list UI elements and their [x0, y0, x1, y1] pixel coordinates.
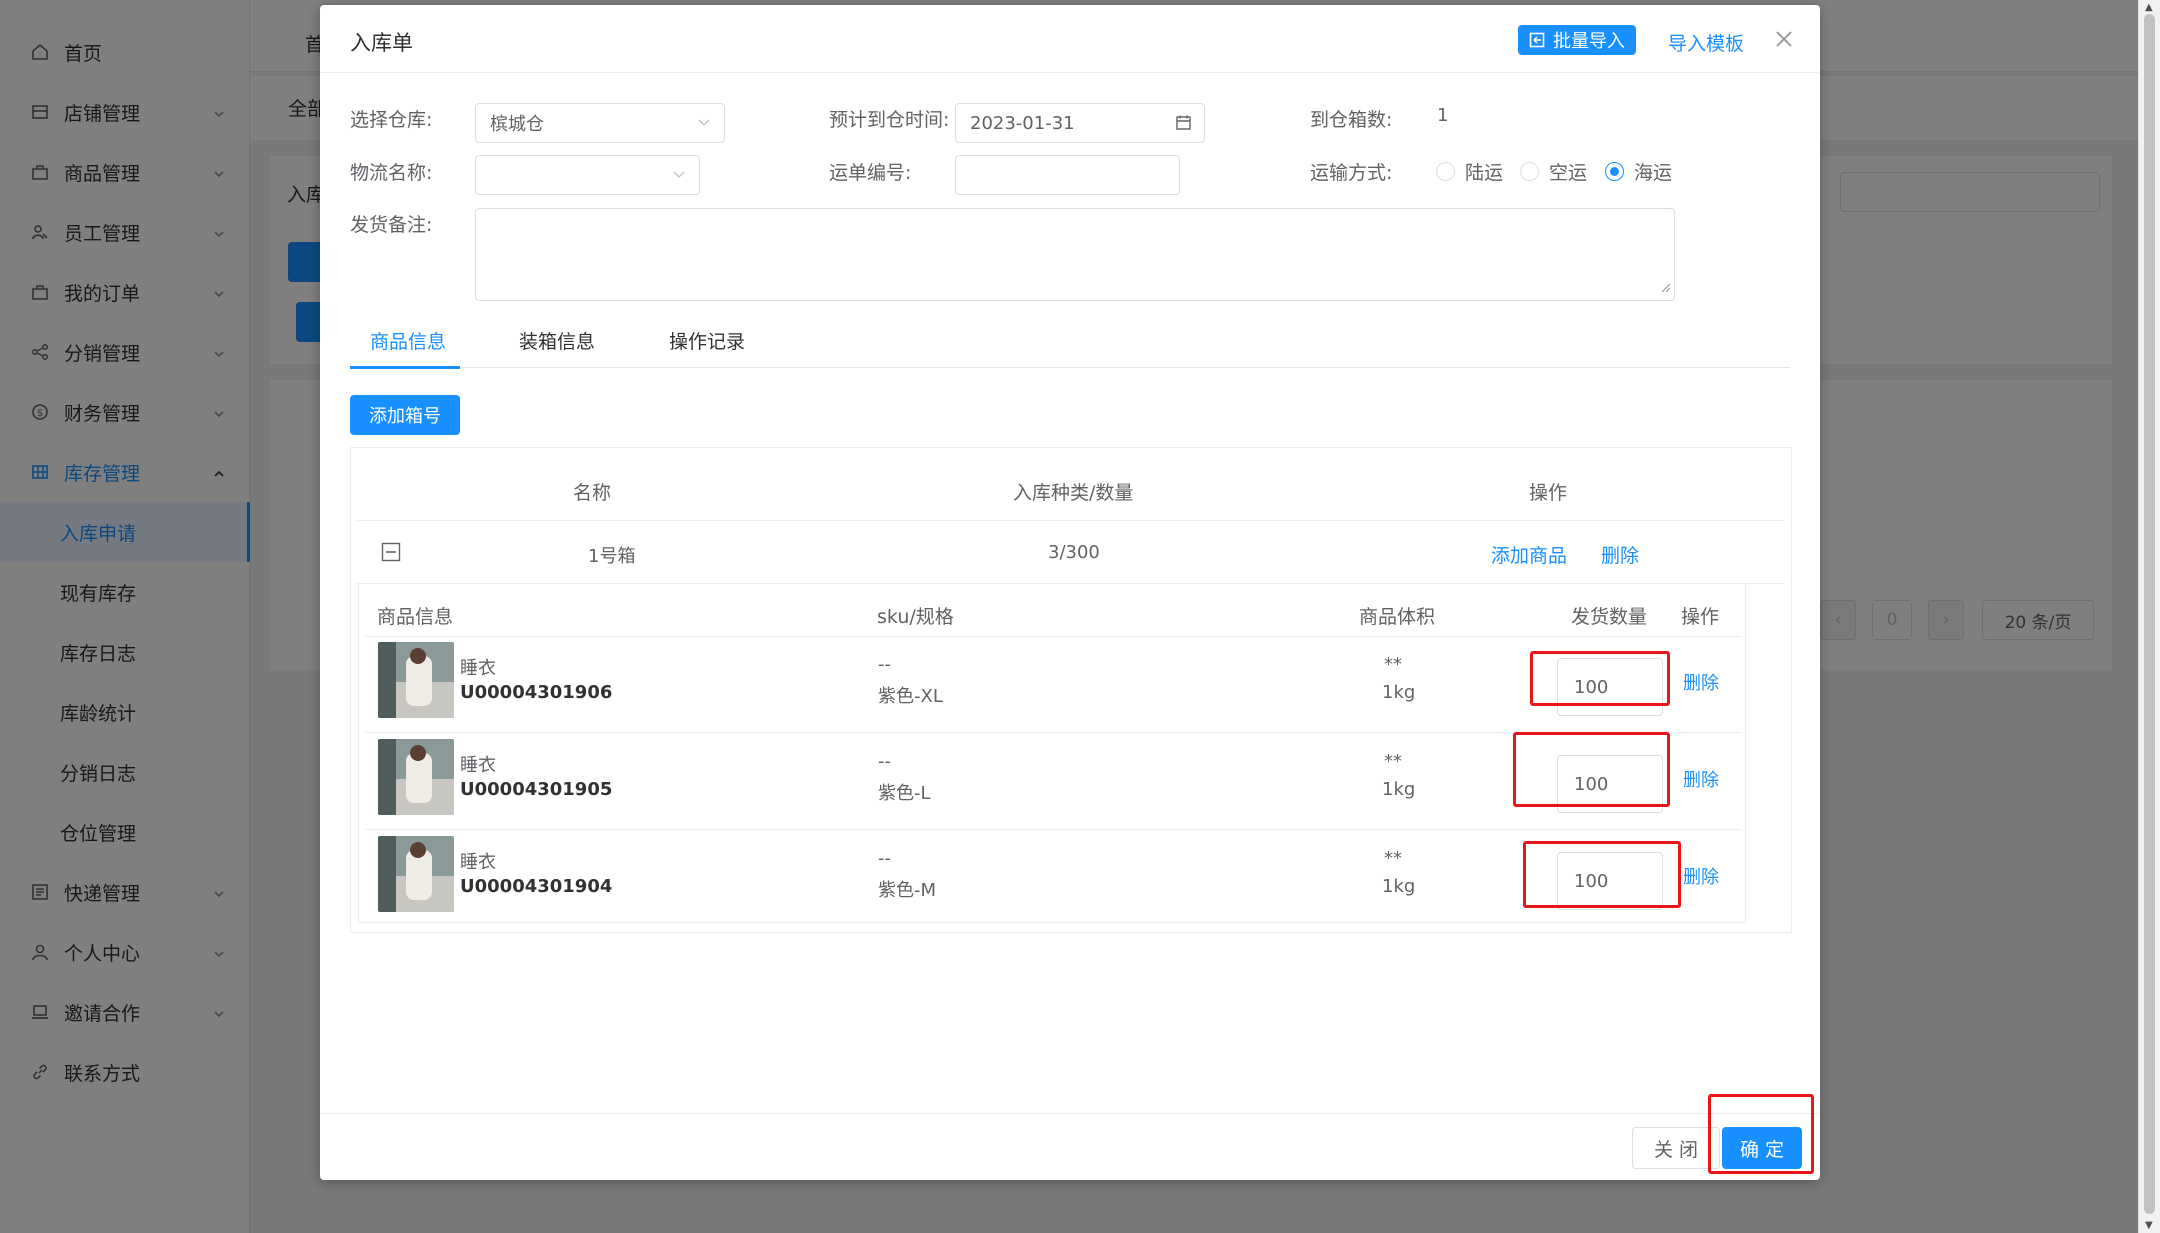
volume-value: ** — [1384, 751, 1402, 772]
close-label: 关 闭 — [1653, 1138, 1699, 1161]
radio-air-label: 空运 — [1549, 162, 1588, 184]
delete-box-link[interactable]: 删除 — [1601, 541, 1639, 568]
tabs-divider — [350, 367, 1790, 368]
scroll-down-icon[interactable]: ▼ — [2145, 1220, 2153, 1231]
logistics-select[interactable] — [475, 155, 700, 195]
product-image — [378, 836, 454, 912]
active-tab-indicator — [350, 366, 460, 369]
eta-date-picker[interactable]: 2023-01-31 — [955, 103, 1205, 143]
highlight-box — [1523, 841, 1681, 908]
product-image — [378, 642, 454, 718]
boxes-value: 1 — [1437, 105, 1449, 126]
calendar-icon — [1175, 114, 1192, 136]
scroll-up-icon[interactable]: ▲ — [2145, 2, 2153, 13]
warehouse-select[interactable]: 槟城仓 — [475, 103, 725, 143]
waybill-input[interactable] — [955, 155, 1180, 195]
radio-sea[interactable]: 海运 — [1605, 158, 1672, 185]
column-header-action: 操作 — [1529, 482, 1568, 504]
import-template-link[interactable]: 导入模板 — [1668, 29, 1744, 56]
column-header-sku: sku/规格 — [877, 606, 954, 628]
spec-dash: -- — [878, 848, 891, 869]
chevron-down-icon — [671, 166, 687, 187]
radio-circle — [1520, 162, 1539, 181]
radio-land[interactable]: 陆运 — [1436, 158, 1503, 185]
scroll-thumb[interactable] — [2144, 14, 2155, 1214]
collapse-icon[interactable] — [381, 542, 401, 567]
product-sku: U00004301906 — [460, 682, 613, 703]
highlight-box — [1708, 1094, 1814, 1174]
warehouse-value: 槟城仓 — [490, 114, 544, 135]
box-name: 1号箱 — [588, 546, 636, 567]
product-name: 睡衣 — [460, 658, 496, 679]
dialog-title: 入库单 — [350, 31, 413, 55]
tab-operation-log[interactable]: 操作记录 — [669, 327, 745, 354]
delete-goods-link[interactable]: 删除 — [1683, 766, 1719, 792]
radio-circle-checked — [1605, 162, 1624, 181]
weight-value: 1kg — [1382, 876, 1416, 897]
header-divider — [357, 520, 1785, 521]
remark-label: 发货备注: — [350, 214, 433, 236]
warehouse-label: 选择仓库: — [350, 109, 433, 131]
product-image — [378, 739, 454, 815]
delete-goods-link[interactable]: 删除 — [1683, 863, 1719, 889]
column-header-volume: 商品体积 — [1359, 606, 1436, 628]
inbound-dialog: 入库单 批量导入 导入模板 选择仓库: 槟城仓 预计到仓时间: 2023-01-… — [320, 5, 1820, 1180]
product-sku: U00004301904 — [460, 876, 613, 897]
highlight-box — [1513, 732, 1670, 807]
product-name: 睡衣 — [460, 755, 496, 776]
footer-divider — [320, 1113, 1820, 1114]
close-icon[interactable] — [1774, 29, 1794, 54]
logistics-label: 物流名称: — [350, 162, 433, 184]
column-header-name: 名称 — [573, 482, 612, 504]
column-header-op: 操作 — [1681, 606, 1720, 628]
remark-textarea[interactable] — [475, 208, 1675, 301]
spec-dash: -- — [878, 751, 891, 772]
chevron-down-icon — [696, 114, 712, 135]
waybill-label: 运单编号: — [829, 162, 912, 184]
weight-value: 1kg — [1382, 779, 1416, 800]
row-divider — [365, 829, 1741, 830]
scrollbar[interactable]: ▲ ▼ — [2138, 0, 2160, 1233]
import-icon — [1529, 32, 1545, 48]
resize-handle-icon[interactable] — [1661, 277, 1671, 298]
volume-value: ** — [1384, 654, 1402, 675]
header-divider — [365, 636, 1741, 637]
product-sku: U00004301905 — [460, 779, 613, 800]
eta-value: 2023-01-31 — [970, 112, 1075, 134]
volume-value: ** — [1384, 848, 1402, 869]
spec-value: 紫色-M — [878, 880, 937, 901]
column-header-qty: 发货数量 — [1571, 606, 1648, 628]
product-name: 睡衣 — [460, 852, 496, 873]
add-box-button[interactable]: 添加箱号 — [350, 395, 460, 435]
delete-goods-link[interactable]: 删除 — [1683, 669, 1719, 695]
radio-air[interactable]: 空运 — [1520, 158, 1587, 185]
close-button[interactable]: 关 闭 — [1632, 1127, 1720, 1169]
spec-dash: -- — [878, 654, 891, 675]
column-header-goods: 商品信息 — [377, 606, 454, 628]
tab-packing-info[interactable]: 装箱信息 — [519, 327, 595, 354]
spec-value: 紫色-XL — [878, 686, 943, 707]
column-header-count: 入库种类/数量 — [1013, 482, 1134, 504]
add-box-label: 添加箱号 — [369, 406, 441, 427]
batch-import-label: 批量导入 — [1553, 31, 1625, 52]
box-count: 3/300 — [1048, 542, 1100, 563]
radio-sea-label: 海运 — [1634, 162, 1673, 184]
highlight-box — [1530, 651, 1670, 706]
dialog-header: 入库单 批量导入 导入模板 — [320, 5, 1820, 73]
add-goods-link[interactable]: 添加商品 — [1491, 541, 1567, 568]
weight-value: 1kg — [1382, 682, 1416, 703]
spec-value: 紫色-L — [878, 783, 931, 804]
eta-label: 预计到仓时间: — [829, 109, 950, 131]
batch-import-button[interactable]: 批量导入 — [1518, 25, 1636, 55]
boxes-label: 到仓箱数: — [1310, 109, 1393, 131]
transport-label: 运输方式: — [1310, 162, 1393, 184]
radio-circle — [1436, 162, 1455, 181]
radio-land-label: 陆运 — [1465, 162, 1504, 184]
tab-goods-info[interactable]: 商品信息 — [370, 327, 446, 354]
